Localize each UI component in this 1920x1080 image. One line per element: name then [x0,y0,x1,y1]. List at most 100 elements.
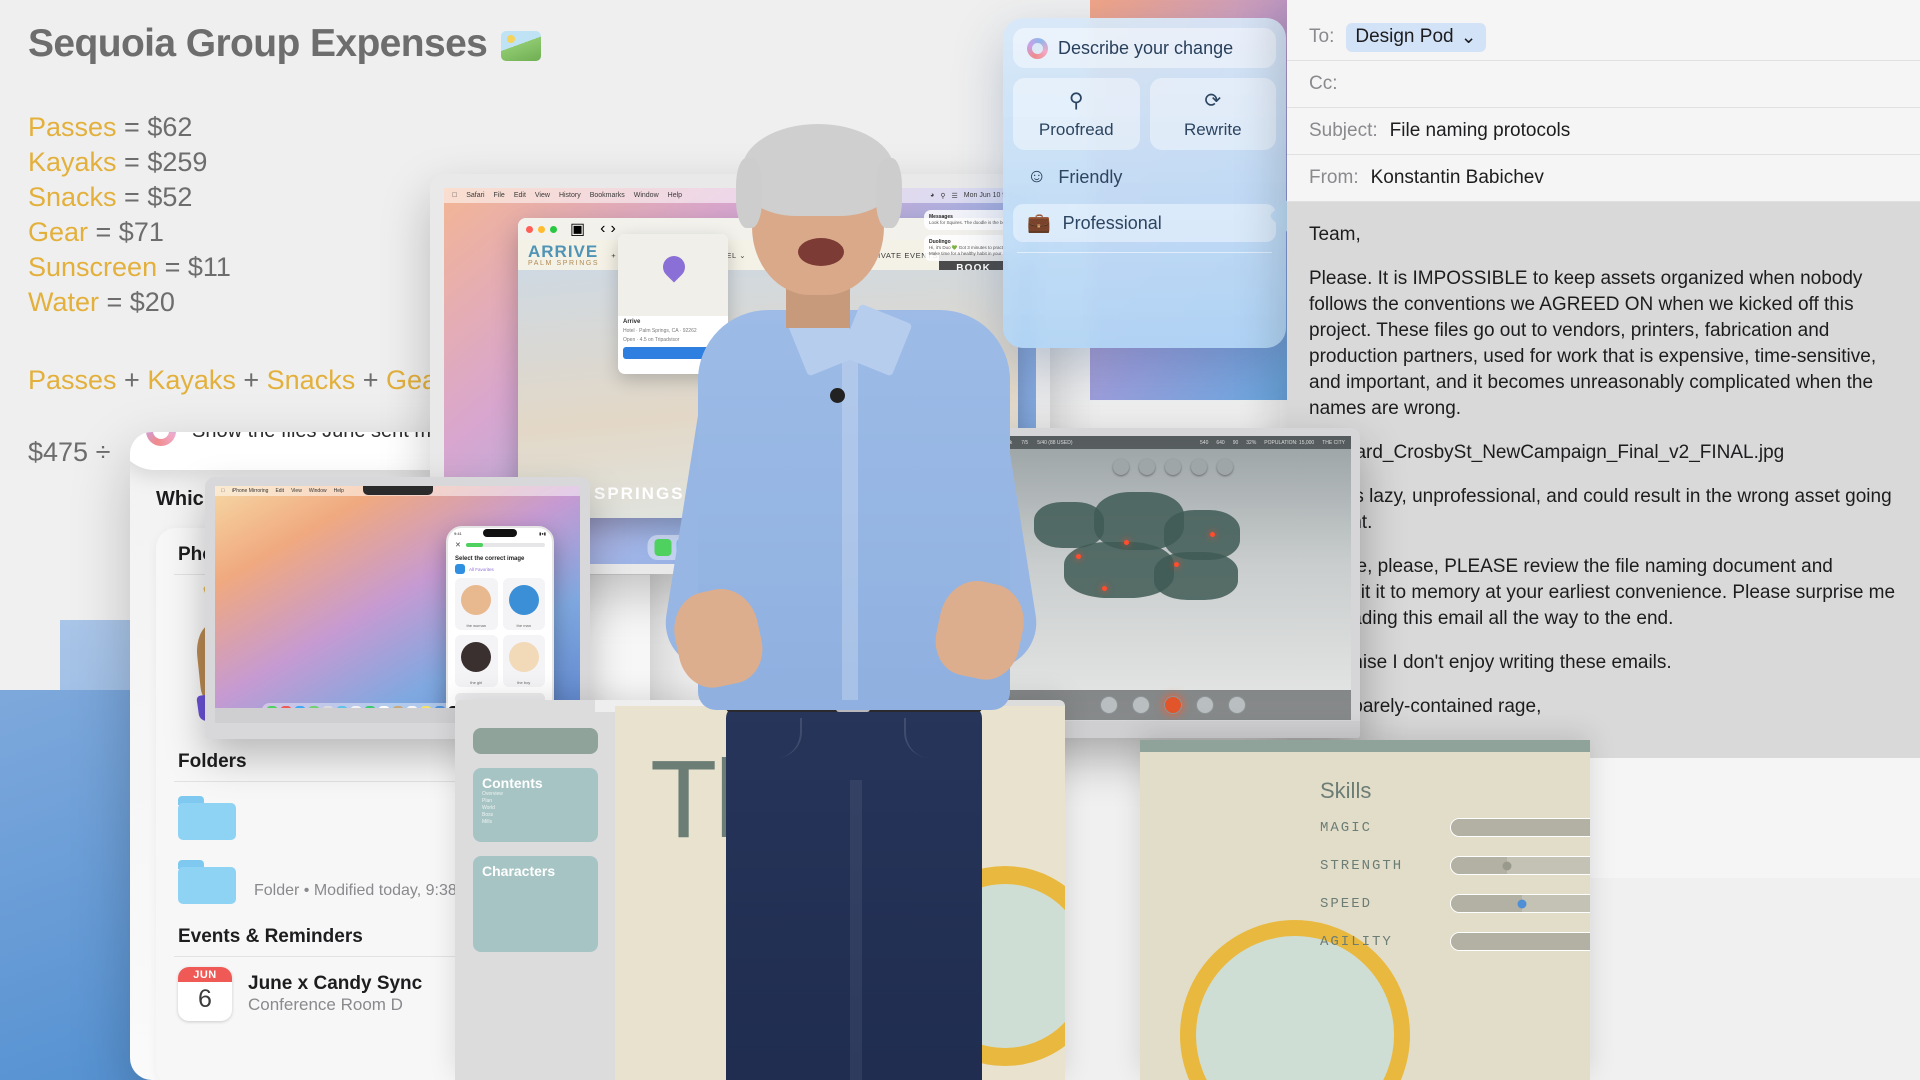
mail-compose-window: To: Design Pod ⌄ Cc: Subject: File namin… [1287,0,1920,878]
close-icon[interactable] [526,225,533,233]
dock-icon-messages[interactable] [654,539,672,556]
menu-item[interactable]: Edit [275,488,284,494]
genmoji-option[interactable]: the girl [455,635,498,687]
menu-item[interactable]: Safari [466,192,484,199]
sum-operator: + [116,365,148,395]
menu-item[interactable]: Help [334,488,344,494]
sum-variable: Passes [28,365,117,395]
hud-population: POPULATION: 15,000 [1264,439,1315,446]
hud-resource-pop: 5/40 (88 USED) [1037,439,1073,446]
menu-item[interactable]: Bookmarks [590,192,625,199]
tone-option-professional[interactable]: 💼 Professional [1013,204,1276,242]
mail-field-to[interactable]: To: Design Pod ⌄ [1287,14,1920,61]
site-logo[interactable]: ARRIVE PALM SPRINGS [528,243,599,267]
proofread-label: Proofread [1038,120,1114,139]
hero-portrait-icon[interactable] [1099,696,1118,714]
genmoji-boy-icon [508,642,539,672]
mail-field-subject[interactable]: Subject: File naming protocols [1287,108,1920,155]
expense-value: = $259 [116,147,208,177]
skill-name: SPEED [1320,895,1373,912]
hero-portrait-icon[interactable] [1227,696,1246,714]
minimize-icon[interactable] [538,225,545,233]
status-time: 9:41 [454,530,462,536]
page-thumbnail-contents[interactable]: Contents Overview Plan World Boss Mills [473,768,598,842]
genmoji-grid: the woman the man the girl the boy [448,578,552,687]
game-unit-row[interactable] [994,452,1351,482]
menu-item[interactable]: Window [634,192,659,199]
mail-body-selected-text[interactable]: Team, Please. It is IMPOSSIBLE to keep as… [1287,202,1920,758]
rewrite-button[interactable]: ⟳ Rewrite [1149,78,1276,150]
tone-option-friendly[interactable]: ☺ Friendly [1013,158,1276,196]
expense-value: = $20 [99,287,175,317]
mail-field-cc[interactable]: Cc: [1287,61,1920,108]
mail-field-from[interactable]: From: Konstantin Babichev [1287,155,1920,202]
divider [1017,252,1272,253]
unit-icon[interactable] [1112,459,1129,475]
presenter-mouth [798,238,844,266]
mail-paragraph: This is lazy, unprofessional, and could … [1309,486,1892,533]
presenter-cutout [659,120,1043,1080]
expense-variable: Gear [28,217,89,247]
mirrored-iphone: 9:41 ▮●▮ ✕ Select the correct image All … [446,526,554,722]
proofread-button[interactable]: ⚲ Proofread [1013,78,1140,150]
chevron-down-icon[interactable]: ⌄ [1461,26,1477,49]
skill-progress-bar[interactable] [1450,818,1590,837]
expense-value: = $52 [116,182,193,212]
genmoji-option[interactable]: the boy [502,635,545,687]
sum-operator: + [235,365,267,395]
page-thumbnail[interactable] [473,728,598,754]
presenter-hair [742,124,894,216]
skill-progress-bar[interactable] [1450,856,1590,875]
apple-menu-icon[interactable]:  [221,488,225,494]
thumbnail-title: Contents [482,775,543,791]
skill-progress-bar[interactable] [1450,894,1590,913]
expense-variable: Snacks [28,182,117,212]
menu-item[interactable]: View [535,192,550,199]
apple-menu-icon[interactable]:  [452,192,457,199]
rewrite-label: Rewrite [1183,120,1242,139]
forward-icon[interactable]: › [610,220,615,238]
iphone-status-bar: 9:41 ▮●▮ [448,528,552,538]
notes-expense-list: Passes = $62 Kayaks = $259 Snacks = $52 Gea… [28,110,231,320]
skill-row: SPEED [1320,894,1590,913]
pages-thumbnail-sidebar[interactable]: Contents Overview Plan World Boss Mills … [473,728,598,966]
hero-portrait-icon[interactable] [1131,696,1150,714]
unit-icon[interactable] [1216,459,1233,475]
briefcase-icon: 💼 [1027,213,1051,234]
skill-progress-bar[interactable] [1450,932,1590,951]
ability-icon[interactable] [1163,696,1182,714]
menu-item[interactable]: File [494,192,505,199]
menu-item[interactable]: Window [309,488,327,494]
mail-paragraph: Please. It is IMPOSSIBLE to keep assets … [1309,268,1877,419]
menu-item[interactable]: History [559,192,581,199]
hud-right-stats: 540 640 90 32% POPULATION: 15,000 THE CI… [1200,440,1345,446]
genmoji-option[interactable]: the woman [455,578,498,630]
back-icon[interactable]: ‹ [600,220,605,238]
menu-item[interactable]: Help [668,192,682,199]
menu-item[interactable]: Edit [514,192,526,199]
skill-progress-fill [1451,819,1590,836]
maximize-icon[interactable] [550,225,557,233]
sidebar-toggle-icon[interactable]: ▣ [570,219,585,239]
unit-icon[interactable] [1138,459,1155,475]
presenter-leg-split [850,780,862,1080]
skill-row: MAGIC [1320,818,1590,837]
unit-icon[interactable] [1190,459,1207,475]
hero-portrait-icon[interactable] [1195,696,1214,714]
menu-item[interactable]: View [291,488,302,494]
event-title: June x Candy Sync [248,973,423,994]
skill-name: AGILITY [1320,933,1393,950]
describe-change-placeholder: Describe your change [1058,37,1234,58]
skill-progress-fill [1451,895,1522,912]
recipient-token[interactable]: Design Pod ⌄ [1346,22,1486,52]
describe-change-input[interactable]: Describe your change [1013,28,1276,68]
close-icon[interactable]: ✕ [455,541,461,549]
page-thumbnail-characters[interactable]: Characters [473,856,598,952]
genmoji-man-icon [508,585,539,615]
brand-line-2: PALM SPRINGS [528,260,600,267]
skill-marker-dot [1502,861,1512,870]
menu-item[interactable]: iPhone Mirroring [232,488,269,494]
genmoji-option[interactable]: the man [502,578,545,630]
unit-icon[interactable] [1164,459,1181,475]
game-hud-top[interactable]: 12.9k 7/5 5/40 (88 USED) 540 640 90 32% … [994,436,1351,449]
